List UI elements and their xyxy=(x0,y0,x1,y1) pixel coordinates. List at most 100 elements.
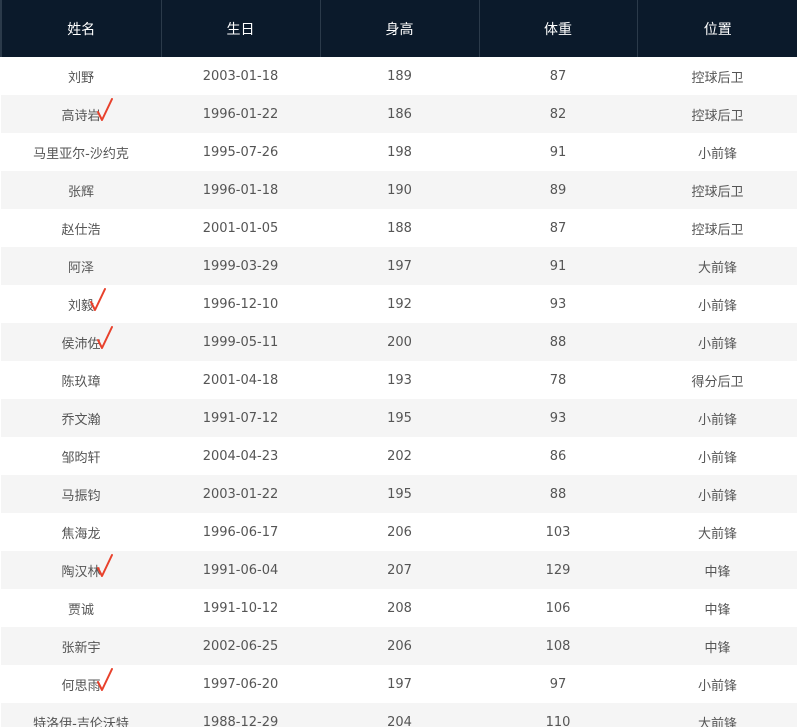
header-birthday[interactable]: 生日 xyxy=(161,0,321,57)
cell-birthday: 2003-01-18 xyxy=(202,68,279,84)
table-row[interactable]: 特洛伊-吉伦沃特 1988-12-29 204 110 大前锋 xyxy=(1,703,797,727)
player-name-wrap: 马里亚尔-沙约克 xyxy=(33,143,129,162)
player-name-wrap: 张辉 xyxy=(68,181,94,200)
cell-position: 控球后卫 xyxy=(691,184,744,200)
player-name-wrap: 赵仕浩 xyxy=(61,219,100,238)
cell-height: 195 xyxy=(387,486,412,502)
table-row[interactable]: 张辉 1996-01-18 190 89 控球后卫 xyxy=(1,171,797,209)
cell-birthday: 1999-03-29 xyxy=(202,258,279,274)
cell-position: 小前锋 xyxy=(697,298,737,314)
table-row[interactable]: 马里亚尔-沙约克 1995-07-26 198 91 小前锋 xyxy=(1,133,797,171)
header-weight[interactable]: 体重 xyxy=(479,0,638,57)
cell-birthday: 2001-01-05 xyxy=(202,220,279,236)
player-name: 马里亚尔-沙约克 xyxy=(33,146,129,162)
cell-name: 马振钧 xyxy=(1,475,161,513)
cell-position: 控球后卫 xyxy=(691,222,744,238)
cell-birthday: 2002-06-25 xyxy=(202,638,279,654)
cell-height: 200 xyxy=(387,334,412,350)
cell-height: 188 xyxy=(387,220,412,236)
cell-birthday: 2001-04-18 xyxy=(202,372,279,388)
cell-height: 190 xyxy=(387,182,412,198)
player-name-wrap: 高诗岩 xyxy=(61,97,113,124)
cell-name: 陶汉林 xyxy=(1,551,161,589)
cell-birthday: 1995-07-26 xyxy=(202,144,279,160)
cell-name: 阿泽 xyxy=(1,247,161,285)
table-row[interactable]: 张新宇 2002-06-25 206 108 中锋 xyxy=(1,627,797,665)
header-name[interactable]: 姓名 xyxy=(0,0,162,57)
player-name: 马振钧 xyxy=(61,488,101,504)
cell-weight: 129 xyxy=(545,562,571,578)
player-name: 陈玖璋 xyxy=(61,374,101,390)
table-row[interactable]: 陈玖璋 2001-04-18 193 78 得分后卫 xyxy=(1,361,797,399)
table-row[interactable]: 侯沛佐 1999-05-11 200 88 小前锋 xyxy=(1,323,797,361)
player-name: 赵仕浩 xyxy=(61,222,101,238)
player-name-wrap: 何思雨 xyxy=(61,667,113,694)
table-row[interactable]: 何思雨 1997-06-20 197 97 小前锋 xyxy=(1,665,797,703)
player-name: 贾诚 xyxy=(67,602,94,618)
table-row[interactable]: 乔文瀚 1991-07-12 195 93 小前锋 xyxy=(1,399,797,437)
cell-weight: 91 xyxy=(549,144,567,160)
cell-birthday: 1996-01-22 xyxy=(202,106,279,122)
cell-height: 195 xyxy=(387,410,412,426)
table-row[interactable]: 刘毅 1996-12-10 192 93 小前锋 xyxy=(1,285,797,323)
cell-weight: 93 xyxy=(549,410,567,426)
player-name-wrap: 焦海龙 xyxy=(61,523,100,542)
cell-position: 大前锋 xyxy=(697,526,737,542)
table-row[interactable]: 陶汉林 1991-06-04 207 129 中锋 xyxy=(1,551,797,589)
cell-weight: 103 xyxy=(545,524,571,540)
cell-height: 198 xyxy=(387,144,412,160)
player-name-wrap: 刘毅 xyxy=(68,287,106,314)
player-name-wrap: 侯沛佐 xyxy=(61,325,113,352)
cell-position: 小前锋 xyxy=(697,488,737,504)
player-name-wrap: 邹昀轩 xyxy=(61,447,100,466)
header-height[interactable]: 身高 xyxy=(320,0,480,57)
player-name: 邹昀轩 xyxy=(61,450,101,466)
table-row[interactable]: 高诗岩 1996-01-22 186 82 控球后卫 xyxy=(1,95,797,133)
table-row[interactable]: 马振钧 2003-01-22 195 88 小前锋 xyxy=(1,475,797,513)
header-position[interactable]: 位置 xyxy=(637,0,797,57)
table-row[interactable]: 刘野 2003-01-18 189 87 控球后卫 xyxy=(1,57,797,95)
cell-weight: 88 xyxy=(549,486,567,502)
player-name: 何思雨 xyxy=(61,678,101,694)
player-name-wrap: 阿泽 xyxy=(68,257,94,276)
cell-height: 192 xyxy=(387,296,412,312)
cell-birthday: 1997-06-20 xyxy=(202,676,279,692)
table-row[interactable]: 阿泽 1999-03-29 197 91 大前锋 xyxy=(1,247,797,285)
player-name-wrap: 特洛伊-吉伦沃特 xyxy=(33,713,129,727)
cell-position: 控球后卫 xyxy=(691,70,744,86)
player-name-wrap: 乔文瀚 xyxy=(61,409,100,428)
cell-height: 207 xyxy=(387,562,412,578)
cell-position: 中锋 xyxy=(704,564,731,580)
cell-weight: 110 xyxy=(545,714,571,727)
cell-birthday: 2003-01-22 xyxy=(202,486,279,502)
cell-birthday: 1991-07-12 xyxy=(202,410,279,426)
player-name-wrap: 贾诚 xyxy=(68,599,94,618)
table-header: 姓名 生日 身高 体重 位置 xyxy=(0,0,797,57)
table-row[interactable]: 邹昀轩 2004-04-23 202 86 小前锋 xyxy=(1,437,797,475)
cell-height: 197 xyxy=(387,676,412,692)
cell-position: 小前锋 xyxy=(697,412,737,428)
cell-weight: 88 xyxy=(549,334,567,350)
cell-height: 202 xyxy=(387,448,412,464)
cell-name: 特洛伊-吉伦沃特 xyxy=(1,703,161,727)
player-name: 陶汉林 xyxy=(61,564,101,580)
cell-position: 大前锋 xyxy=(697,716,737,727)
cell-weight: 87 xyxy=(549,68,567,84)
cell-height: 189 xyxy=(387,68,412,84)
cell-name: 高诗岩 xyxy=(1,95,161,133)
cell-birthday: 1991-10-12 xyxy=(202,600,279,616)
cell-height: 197 xyxy=(387,258,412,274)
cell-name: 焦海龙 xyxy=(1,513,161,551)
cell-birthday: 1996-12-10 xyxy=(202,296,279,312)
cell-birthday: 1996-06-17 xyxy=(202,524,279,540)
table-row[interactable]: 贾诚 1991-10-12 208 106 中锋 xyxy=(1,589,797,627)
table-row[interactable]: 焦海龙 1996-06-17 206 103 大前锋 xyxy=(1,513,797,551)
table-row[interactable]: 赵仕浩 2001-01-05 188 87 控球后卫 xyxy=(1,209,797,247)
cell-name: 乔文瀚 xyxy=(1,399,161,437)
cell-name: 贾诚 xyxy=(1,589,161,627)
cell-weight: 106 xyxy=(545,600,571,616)
player-name-wrap: 刘野 xyxy=(68,67,94,86)
cell-height: 206 xyxy=(387,524,412,540)
cell-weight: 78 xyxy=(549,372,567,388)
player-name-wrap: 张新宇 xyxy=(61,637,100,656)
